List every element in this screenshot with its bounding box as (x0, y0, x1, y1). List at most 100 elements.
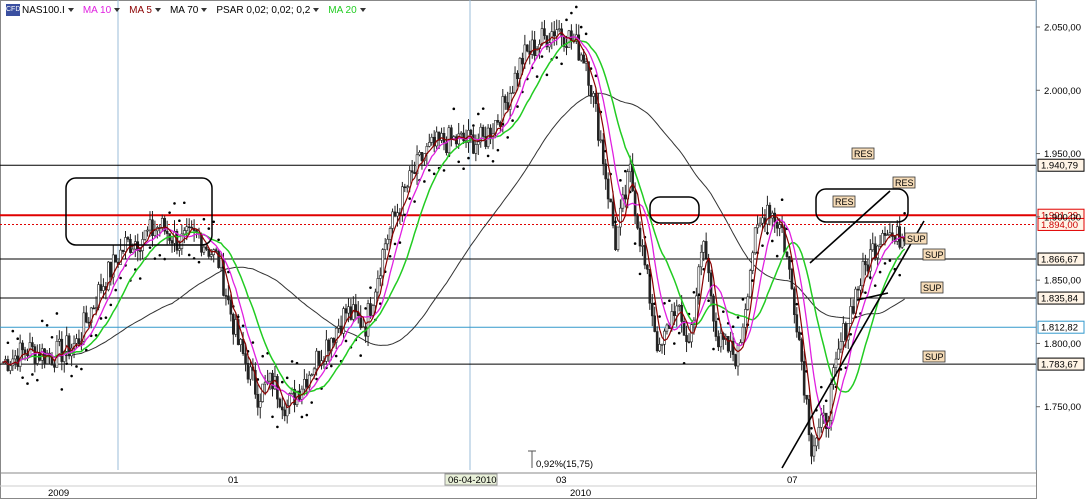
candle-body (653, 315, 657, 332)
legend-symbol[interactable]: NAS100.I (22, 5, 74, 16)
ma70-line (2, 92, 905, 366)
candle-body (138, 250, 142, 252)
candle-body (812, 445, 816, 457)
candle-body (244, 353, 247, 364)
psar-dot (168, 211, 171, 214)
candle-body (672, 311, 676, 317)
candle-body (280, 406, 284, 411)
psar-dot (285, 376, 289, 380)
psar-dot (648, 274, 652, 277)
candle-body (256, 393, 260, 408)
candle-body (337, 325, 340, 329)
candlesticks (1, 19, 906, 465)
candle-body (202, 246, 206, 253)
candle-body (229, 299, 233, 315)
y-tick-label: 1.900,00 (1044, 212, 1081, 223)
candle-body (623, 194, 627, 200)
candle-body (609, 198, 612, 203)
psar-dot (178, 219, 181, 223)
legend-ma20[interactable]: MA 20 (328, 5, 366, 16)
psar-dot (153, 257, 157, 260)
psar-dot (692, 290, 696, 294)
candle-body (751, 252, 755, 271)
level-price-label: 1.866,67 (1041, 255, 1078, 266)
psar-dot (197, 260, 201, 264)
psar-dot (261, 354, 265, 358)
psar-dot (305, 413, 309, 417)
legend-ma70[interactable]: MA 70 (170, 5, 208, 16)
psar-dot (11, 329, 15, 333)
legend-ma5[interactable]: MA 5 (129, 5, 161, 16)
candle-body (614, 225, 617, 250)
candle-body (18, 342, 22, 367)
psar-dot (555, 56, 558, 59)
ma70-line (2, 92, 905, 366)
candle-body (748, 270, 752, 298)
psar-dot (663, 301, 666, 305)
candle-body (704, 241, 708, 259)
candle-body (462, 132, 465, 142)
candle-body (719, 332, 723, 348)
candle-body (758, 222, 762, 226)
psar-dot (192, 257, 196, 260)
psar-dot (795, 302, 799, 306)
psar-dot (849, 333, 852, 336)
dropdown-icon (67, 8, 74, 12)
dropdown-icon (114, 8, 121, 12)
candle-body (800, 339, 804, 362)
candle-body (153, 230, 157, 236)
candle-body (851, 306, 855, 314)
candle-body (883, 233, 887, 236)
candle-body (102, 286, 105, 291)
x-year-label: 2009 (48, 488, 69, 499)
candle-body (430, 136, 434, 143)
candle-body (802, 361, 806, 396)
psar-dot (183, 201, 186, 205)
candle-body (552, 31, 556, 37)
candle-body (268, 372, 272, 382)
candle-body (190, 226, 193, 229)
psar-dot (575, 5, 578, 9)
psar-dot (864, 291, 867, 294)
psar-dot (633, 242, 637, 245)
psar-dot (824, 399, 828, 403)
level-price-label: 1.783,67 (1041, 360, 1078, 371)
candle-body (511, 92, 514, 95)
legend-ma10[interactable]: MA 10 (83, 5, 121, 16)
psar-dot (31, 373, 34, 376)
level-tag-label: SUP (907, 234, 926, 244)
candle-body (207, 248, 211, 257)
psar-dot (506, 136, 510, 139)
psar-dot (570, 11, 573, 15)
candle-body (557, 28, 561, 31)
candle-body (383, 243, 387, 250)
candle-body (374, 291, 377, 306)
candle-body (878, 243, 882, 247)
psar-dot (766, 231, 769, 235)
candle-body (839, 341, 843, 350)
candle-body (170, 240, 174, 244)
psar-dot (496, 148, 500, 152)
candle-body (349, 306, 353, 320)
candle-body (418, 152, 421, 156)
candle-body (636, 215, 639, 229)
candle-body (655, 331, 659, 352)
candle-body (599, 139, 603, 142)
candle-body (616, 226, 620, 250)
candle-body (224, 295, 228, 297)
psar-dot (75, 365, 78, 368)
candle-body (660, 344, 664, 346)
legend-psar[interactable]: PSAR 0,02; 0,02; 0,2 (216, 5, 320, 16)
candle-body (388, 228, 392, 240)
psar-dot (290, 360, 294, 363)
candle-body (413, 172, 416, 175)
candle-body (866, 264, 870, 272)
y-tick-label: 1.800,00 (1044, 339, 1081, 350)
candle-body (582, 54, 585, 64)
candle-body (496, 120, 500, 123)
psar-dot (60, 388, 64, 391)
candle-body (361, 326, 365, 329)
candle-body (589, 85, 593, 97)
psar-dot (638, 272, 642, 276)
psar-dot (545, 73, 549, 77)
